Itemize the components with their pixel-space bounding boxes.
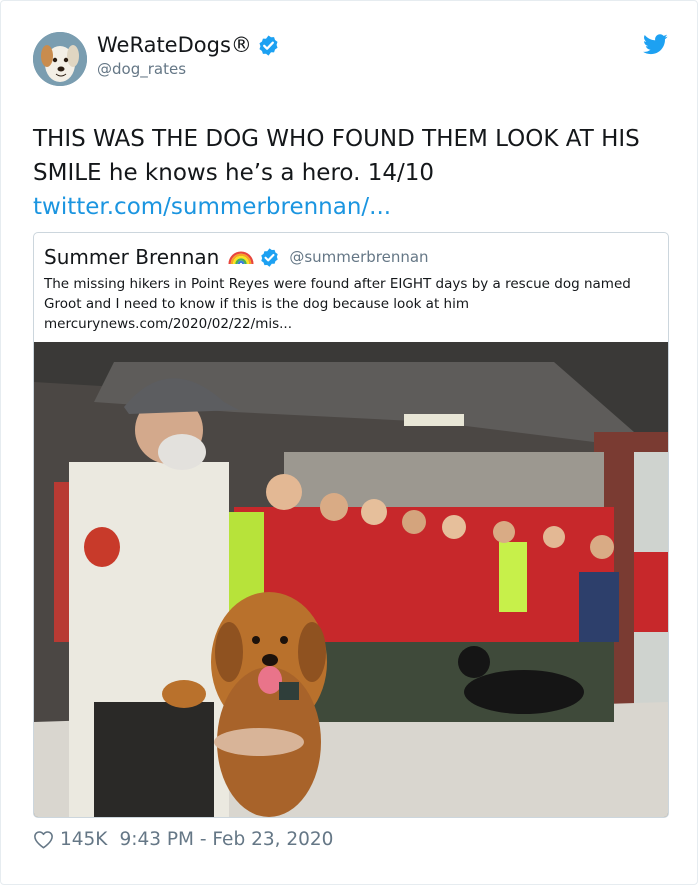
quoted-header: Summer Brennan @summerbrennan xyxy=(44,243,429,271)
verified-badge-icon xyxy=(259,34,278,56)
author-handle[interactable]: @dog_rates xyxy=(97,60,186,78)
tweet-body: THIS WAS THE DOG WHO FOUND THEM LOOK AT … xyxy=(33,122,673,224)
tweet-text: THIS WAS THE DOG WHO FOUND THEM LOOK AT … xyxy=(33,126,640,186)
heart-icon[interactable] xyxy=(33,830,54,849)
twitter-bird-icon[interactable] xyxy=(643,34,668,55)
verified-badge-icon xyxy=(261,247,279,267)
quoted-handle[interactable]: @summerbrennan xyxy=(289,248,428,266)
quoted-tweet[interactable]: Summer Brennan @summerbrennan The missin… xyxy=(33,232,669,818)
tweet-link[interactable]: twitter.com/summerbrennan/... xyxy=(33,190,673,224)
quoted-display-name[interactable]: Summer Brennan xyxy=(44,245,219,269)
tweet-card: WeRateDogs® @dog_rates THIS WAS THE DOG … xyxy=(0,0,698,885)
rescue-team-photo[interactable] xyxy=(34,342,668,817)
author-avatar[interactable] xyxy=(33,32,87,86)
author-name-row[interactable]: WeRateDogs® xyxy=(97,33,280,57)
quoted-text: The missing hikers in Point Reyes were f… xyxy=(44,276,631,312)
author-display-name[interactable]: WeRateDogs® xyxy=(97,33,252,57)
tweet-footer: 145K 9:43 PM - Feb 23, 2020 xyxy=(33,829,333,850)
tweet-timestamp[interactable]: 9:43 PM - Feb 23, 2020 xyxy=(119,829,333,850)
quoted-body: The missing hikers in Point Reyes were f… xyxy=(44,274,659,334)
rainbow-emoji xyxy=(228,251,254,265)
quoted-link[interactable]: mercurynews.com/2020/02/22/mis... xyxy=(44,314,659,334)
like-count[interactable]: 145K xyxy=(60,829,107,850)
